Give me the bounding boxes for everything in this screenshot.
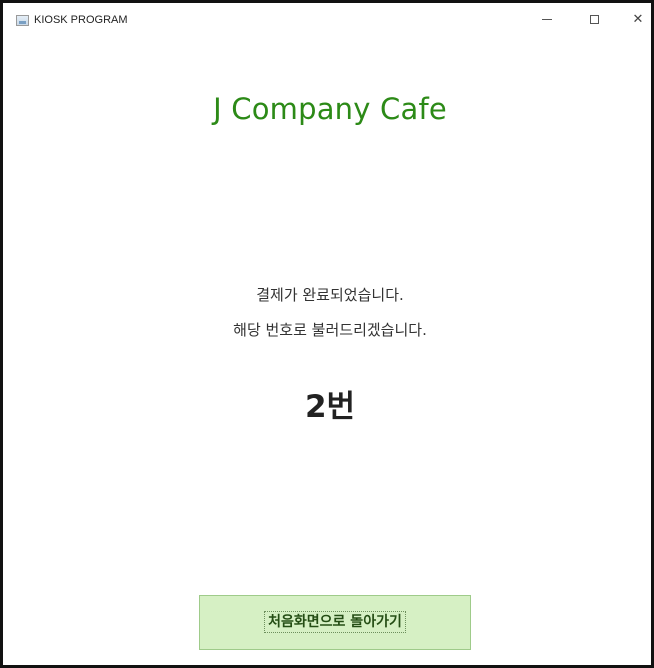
maximize-icon <box>589 15 599 24</box>
close-icon: ✕ <box>632 12 644 27</box>
minimize-icon <box>542 19 552 20</box>
order-number: 2번 <box>304 389 356 425</box>
return-home-button[interactable]: 처음화면으로 돌아가기 <box>199 595 471 650</box>
window-title: KIOSK PROGRAM <box>34 14 128 26</box>
payment-complete-message: 결제가 완료되었습니다. <box>256 286 404 304</box>
call-number-message: 해당 번호로 불러드리겠습니다. <box>233 321 427 339</box>
java-app-icon <box>16 15 29 26</box>
window-titlebar[interactable]: KIOSK PROGRAM ✕ <box>3 3 651 35</box>
return-home-button-label: 처음화면으로 돌아가기 <box>264 611 406 633</box>
cafe-title: J Company Cafe <box>213 92 447 126</box>
minimize-button[interactable] <box>533 9 561 31</box>
maximize-button[interactable] <box>580 9 608 31</box>
close-button[interactable]: ✕ <box>624 9 652 31</box>
kiosk-window: KIOSK PROGRAM ✕ J Company Cafe 결제가 완료되었습… <box>0 0 654 668</box>
